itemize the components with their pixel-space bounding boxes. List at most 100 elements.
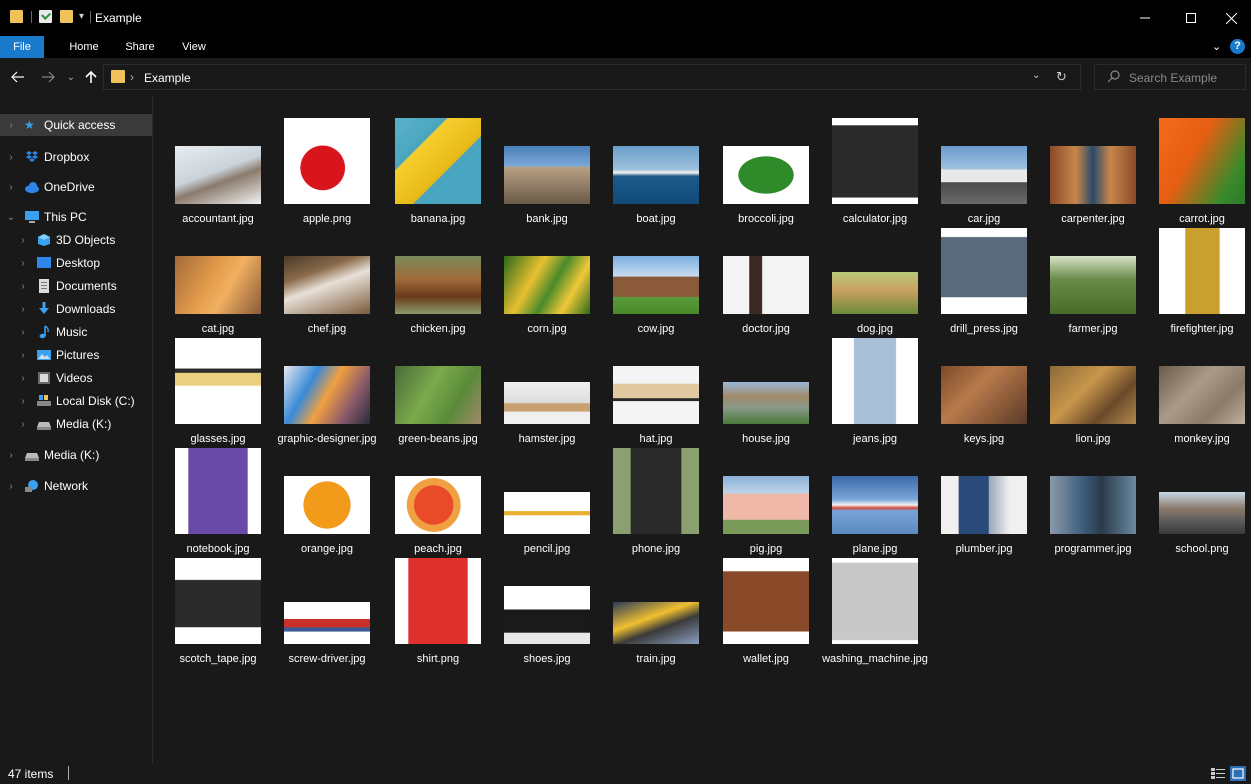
file-item[interactable]: doctor.jpg (712, 220, 820, 335)
file-item[interactable]: wallet.jpg (712, 550, 820, 665)
tab-home[interactable]: Home (60, 36, 108, 58)
file-item[interactable]: screw-driver.jpg (273, 550, 381, 665)
file-item[interactable]: orange.jpg (273, 440, 381, 555)
collapsed-chevron-icon[interactable]: › (18, 396, 28, 407)
nav-item-videos[interactable]: › Videos (0, 367, 152, 389)
file-item[interactable]: green-beans.jpg (384, 330, 492, 445)
collapsed-chevron-icon[interactable]: › (18, 419, 28, 430)
file-item[interactable]: pencil.jpg (493, 440, 601, 555)
file-item[interactable]: cat.jpg (164, 220, 272, 335)
file-item[interactable]: car.jpg (930, 110, 1038, 225)
nav-item-this-pc[interactable]: ⌄ This PC (0, 206, 152, 228)
nav-item-pictures[interactable]: › Pictures (0, 344, 152, 366)
collapsed-chevron-icon[interactable]: › (6, 152, 16, 163)
file-item[interactable]: keys.jpg (930, 330, 1038, 445)
file-item[interactable]: school.png (1148, 440, 1251, 555)
file-item[interactable]: washing_machine.jpg (821, 550, 929, 665)
collapsed-chevron-icon[interactable]: › (18, 235, 28, 246)
file-item[interactable]: hamster.jpg (493, 330, 601, 445)
back-button[interactable] (9, 68, 27, 86)
file-item[interactable]: lion.jpg (1039, 330, 1147, 445)
file-item[interactable]: programmer.jpg (1039, 440, 1147, 555)
collapsed-chevron-icon[interactable]: › (18, 350, 28, 361)
file-item[interactable]: drill_press.jpg (930, 220, 1038, 335)
file-item[interactable]: calculator.jpg (821, 110, 929, 225)
file-item[interactable]: broccoli.jpg (712, 110, 820, 225)
nav-item-local-disk-c[interactable]: › Local Disk (C:) (0, 390, 152, 412)
file-item[interactable]: carrot.jpg (1148, 110, 1251, 225)
properties-icon[interactable] (39, 10, 52, 23)
nav-item-media-k[interactable]: › Media (K:) (0, 444, 152, 466)
recent-locations-icon[interactable]: ⌄ (62, 68, 80, 86)
file-item[interactable]: graphic-designer.jpg (273, 330, 381, 445)
file-item[interactable]: apple.png (273, 110, 381, 225)
collapsed-chevron-icon[interactable]: › (6, 481, 16, 492)
forward-button[interactable] (39, 68, 57, 86)
tab-view[interactable]: View (172, 36, 216, 58)
nav-item-music[interactable]: › Music (0, 321, 152, 343)
collapsed-chevron-icon[interactable]: › (6, 182, 16, 193)
file-item[interactable]: scotch_tape.jpg (164, 550, 272, 665)
file-item[interactable]: hat.jpg (602, 330, 710, 445)
file-item[interactable]: chef.jpg (273, 220, 381, 335)
refresh-icon[interactable]: ↻ (1056, 69, 1067, 85)
nav-item-downloads[interactable]: › Downloads (0, 298, 152, 320)
folder-icon[interactable] (10, 10, 23, 23)
nav-item-documents[interactable]: › Documents (0, 275, 152, 297)
minimize-button[interactable] (1122, 0, 1168, 36)
file-item[interactable]: house.jpg (712, 330, 820, 445)
nav-item-dropbox[interactable]: › Dropbox (0, 146, 152, 168)
file-item[interactable]: shoes.jpg (493, 550, 601, 665)
details-view-button[interactable] (1210, 766, 1226, 781)
collapsed-chevron-icon[interactable]: › (6, 450, 16, 461)
file-item[interactable]: corn.jpg (493, 220, 601, 335)
file-thumbnail (723, 146, 809, 204)
collapsed-chevron-icon[interactable]: › (6, 120, 16, 131)
up-button[interactable] (82, 68, 100, 86)
file-item[interactable]: firefighter.jpg (1148, 220, 1251, 335)
address-dropdown-icon[interactable]: ⌄ (1032, 70, 1040, 81)
file-item[interactable]: plumber.jpg (930, 440, 1038, 555)
file-item[interactable]: boat.jpg (602, 110, 710, 225)
collapsed-chevron-icon[interactable]: › (18, 258, 28, 269)
file-item[interactable]: monkey.jpg (1148, 330, 1251, 445)
nav-item-3d-objects[interactable]: › 3D Objects (0, 229, 152, 251)
nav-item-desktop[interactable]: › Desktop (0, 252, 152, 274)
collapsed-chevron-icon[interactable]: › (18, 304, 28, 315)
help-icon[interactable]: ? (1230, 39, 1245, 54)
file-item[interactable]: pig.jpg (712, 440, 820, 555)
file-item[interactable]: jeans.jpg (821, 330, 929, 445)
file-item[interactable]: accountant.jpg (164, 110, 272, 225)
file-item[interactable]: train.jpg (602, 550, 710, 665)
file-item[interactable]: phone.jpg (602, 440, 710, 555)
file-item[interactable]: chicken.jpg (384, 220, 492, 335)
file-item[interactable]: dog.jpg (821, 220, 929, 335)
large-icons-view-button[interactable] (1230, 766, 1246, 781)
expand-ribbon-icon[interactable]: ⌄ (1212, 40, 1221, 53)
file-item[interactable]: cow.jpg (602, 220, 710, 335)
nav-item-onedrive[interactable]: › OneDrive (0, 176, 152, 198)
file-item[interactable]: notebook.jpg (164, 440, 272, 555)
file-item[interactable]: peach.jpg (384, 440, 492, 555)
collapsed-chevron-icon[interactable]: › (18, 373, 28, 384)
file-item[interactable]: shirt.png (384, 550, 492, 665)
file-item[interactable]: glasses.jpg (164, 330, 272, 445)
customize-toolbar-icon[interactable]: ▾ (79, 11, 84, 22)
file-item[interactable]: carpenter.jpg (1039, 110, 1147, 225)
address-field[interactable]: › Example ⌄ ↻ (103, 64, 1081, 90)
close-button[interactable] (1208, 0, 1251, 36)
file-item[interactable]: banana.jpg (384, 110, 492, 225)
nav-item-media-k[interactable]: › Media (K:) (0, 413, 152, 435)
tab-share[interactable]: Share (116, 36, 164, 58)
new-folder-icon[interactable] (60, 10, 73, 23)
file-item[interactable]: plane.jpg (821, 440, 929, 555)
file-item[interactable]: farmer.jpg (1039, 220, 1147, 335)
expanded-chevron-icon[interactable]: ⌄ (6, 212, 16, 223)
collapsed-chevron-icon[interactable]: › (18, 281, 28, 292)
collapsed-chevron-icon[interactable]: › (18, 327, 28, 338)
search-input[interactable]: Search Example (1094, 64, 1246, 90)
file-item[interactable]: bank.jpg (493, 110, 601, 225)
nav-item-quick-access[interactable]: › ★ Quick access (0, 114, 152, 136)
breadcrumb[interactable]: Example (144, 71, 191, 85)
nav-item-network[interactable]: › Network (0, 475, 152, 497)
